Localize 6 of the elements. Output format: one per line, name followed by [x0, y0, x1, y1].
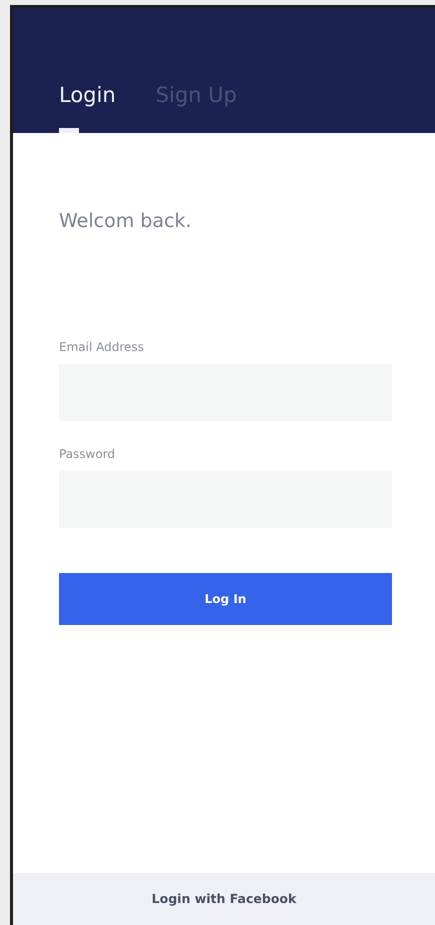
field-label: Password	[59, 446, 116, 462]
facebook-login-link[interactable]: Login with Facebook	[13, 873, 435, 925]
tab[interactable]: Login	[59, 80, 116, 133]
field-label: Email Address	[59, 339, 145, 355]
login-button[interactable]: Log In	[59, 573, 392, 625]
welcome-heading: Welcom back.	[59, 209, 192, 234]
